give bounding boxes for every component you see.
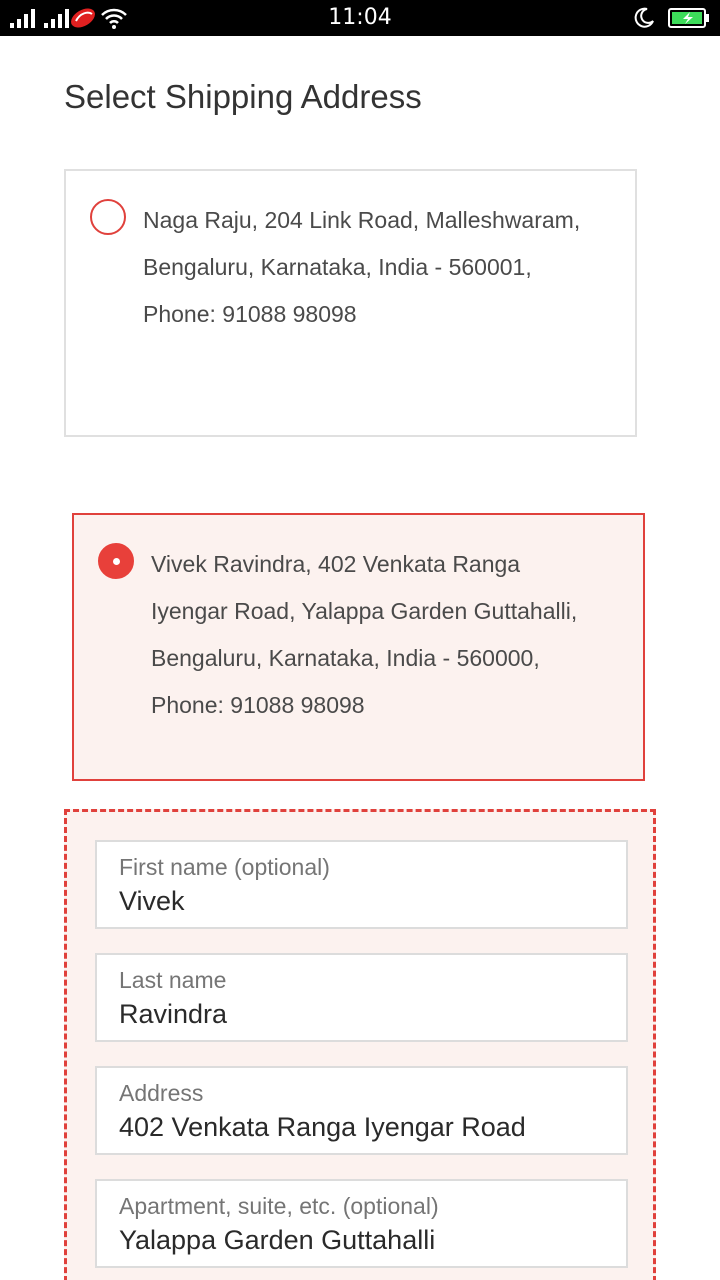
- status-bar: 11:04: [0, 0, 720, 36]
- first-name-field[interactable]: First name (optional) Vivek: [95, 840, 628, 929]
- address-option-naga-raju[interactable]: Naga Raju, 204 Link Road, Malleshwaram, …: [64, 169, 637, 437]
- apartment-field[interactable]: Apartment, suite, etc. (optional) Yalapp…: [95, 1179, 628, 1268]
- address-option-vivek-ravindra[interactable]: Vivek Ravindra, 402 Venkata Ranga Iyenga…: [72, 513, 645, 781]
- first-name-label: First name (optional): [119, 854, 330, 880]
- battery-icon: [668, 8, 709, 28]
- apartment-input[interactable]: Yalappa Garden Guttahalli: [119, 1225, 435, 1256]
- apartment-label: Apartment, suite, etc. (optional): [119, 1193, 439, 1219]
- status-time: 11:04: [328, 5, 392, 30]
- address-text: Vivek Ravindra, 402 Venkata Ranga Iyenga…: [151, 551, 578, 718]
- last-name-label: Last name: [119, 967, 227, 993]
- address-field[interactable]: Address 402 Venkata Ranga Iyengar Road: [95, 1066, 628, 1155]
- address-text: Naga Raju, 204 Link Road, Malleshwaram, …: [143, 207, 581, 327]
- moon-icon: [634, 7, 654, 28]
- address-input[interactable]: 402 Venkata Ranga Iyengar Road: [119, 1112, 526, 1143]
- last-name-field[interactable]: Last name Ravindra: [95, 953, 628, 1042]
- address-label: Address: [119, 1080, 204, 1106]
- edit-address-form: First name (optional) Vivek Last name Ra…: [64, 809, 656, 1280]
- radio-button[interactable]: [90, 199, 126, 235]
- first-name-input[interactable]: Vivek: [119, 886, 185, 917]
- page-title: Select Shipping Address: [64, 78, 422, 115]
- radio-button-selected[interactable]: [98, 543, 134, 579]
- last-name-input[interactable]: Ravindra: [119, 999, 227, 1030]
